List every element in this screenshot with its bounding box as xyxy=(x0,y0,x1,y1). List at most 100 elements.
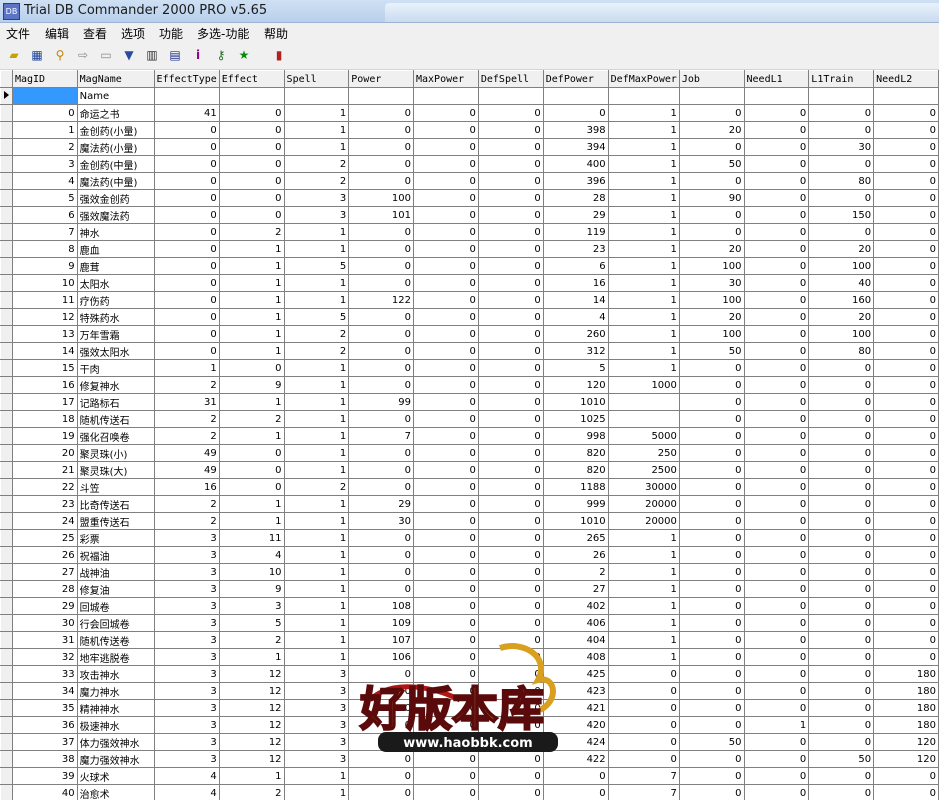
cell-defspell[interactable]: 0 xyxy=(478,189,544,207)
cell-defspell[interactable]: 0 xyxy=(478,546,544,564)
cell-spell[interactable]: 1 xyxy=(284,444,350,462)
cell-needl1[interactable]: 0 xyxy=(744,274,810,292)
cell-spell[interactable]: 2 xyxy=(284,342,350,360)
cell-defmaxpower[interactable]: 1 xyxy=(608,359,680,377)
cell-l1train[interactable]: 0 xyxy=(808,427,875,445)
cell-effecttype[interactable]: 0 xyxy=(154,121,220,139)
column-header-power[interactable]: Power xyxy=(348,70,414,88)
table-row[interactable]: 39 火球术 4 1 1 0 0 0 0 7 0 0 0 0 xyxy=(0,767,939,785)
row-indicator[interactable] xyxy=(0,240,13,258)
find-icon[interactable]: ⚲ xyxy=(51,46,69,64)
cell-l1train[interactable]: 0 xyxy=(808,665,875,683)
cell-l1train[interactable]: 0 xyxy=(808,784,875,800)
cell-job[interactable]: 0 xyxy=(679,393,745,411)
cell-needl1[interactable]: 0 xyxy=(744,155,810,173)
cell-effecttype[interactable]: 3 xyxy=(154,546,220,564)
row-indicator[interactable] xyxy=(0,597,13,615)
cell-defspell[interactable]: 0 xyxy=(478,478,544,496)
cell-effecttype[interactable]: 16 xyxy=(154,478,220,496)
cell-l1train[interactable]: 0 xyxy=(808,121,875,139)
cell-power[interactable]: 0 xyxy=(348,172,414,190)
cell-spell[interactable]: 1 xyxy=(284,512,350,530)
cell-job[interactable]: 20 xyxy=(679,308,745,326)
cell-defmaxpower[interactable]: 1 xyxy=(608,597,680,615)
cell-effect[interactable]: 12 xyxy=(219,665,285,683)
cell-defmaxpower[interactable]: 1 xyxy=(608,172,680,190)
cell-magid[interactable]: 34 xyxy=(12,682,78,700)
cell-l1train[interactable]: 0 xyxy=(808,648,875,666)
cell-spell[interactable]: 1 xyxy=(284,138,350,156)
cell-needl2[interactable]: 0 xyxy=(873,291,939,309)
run-icon[interactable]: ★ xyxy=(235,46,253,64)
cell-magname[interactable]: 命运之书 xyxy=(77,104,155,122)
cell-spell[interactable]: 1 xyxy=(284,410,350,428)
cell-maxpower[interactable]: 0 xyxy=(413,155,479,173)
cell-job[interactable]: 100 xyxy=(679,325,745,343)
cell-needl2[interactable]: 0 xyxy=(873,614,939,632)
cell-defmaxpower[interactable]: 1 xyxy=(608,274,680,292)
cell-job[interactable]: 0 xyxy=(679,104,745,122)
cell-effecttype[interactable]: 0 xyxy=(154,155,220,173)
cell-spell[interactable]: 1 xyxy=(284,784,350,800)
column-header-effecttype[interactable]: EffectType xyxy=(153,70,220,88)
cell-effecttype[interactable]: 41 xyxy=(154,104,220,122)
row-indicator[interactable] xyxy=(0,427,13,445)
cell-defpower[interactable]: 119 xyxy=(543,223,609,241)
cell-job[interactable]: 20 xyxy=(679,240,745,258)
row-indicator[interactable] xyxy=(0,495,13,513)
cell-job[interactable]: 0 xyxy=(679,784,745,800)
column-header-l1train[interactable]: L1Train xyxy=(808,70,875,88)
cell-defpower[interactable]: 26 xyxy=(543,546,609,564)
cell-power[interactable]: 0 xyxy=(348,359,414,377)
cell-spell[interactable]: 3 xyxy=(284,733,350,751)
cell-maxpower[interactable]: 0 xyxy=(413,172,479,190)
cell-magname[interactable]: 魔法药(小量) xyxy=(77,138,155,156)
cell-spell[interactable]: 5 xyxy=(284,308,350,326)
cell-defspell[interactable]: 0 xyxy=(478,121,544,139)
cell-job[interactable]: 50 xyxy=(679,733,745,751)
cell-job[interactable]: 0 xyxy=(679,614,745,632)
cell-maxpower[interactable]: 0 xyxy=(413,580,479,598)
cell-effect[interactable]: 11 xyxy=(219,529,285,547)
cell-effect[interactable]: 1 xyxy=(219,427,285,445)
cell-effect[interactable]: 3 xyxy=(219,597,285,615)
table-row[interactable]: 21 聚灵珠(大) 49 0 1 0 0 0 820 2500 0 0 0 0 xyxy=(0,461,939,479)
cell-magid[interactable]: 27 xyxy=(12,563,78,581)
cell-job[interactable]: 0 xyxy=(679,750,745,768)
cell-defpower[interactable]: 0 xyxy=(543,784,609,800)
cell-magid[interactable]: 30 xyxy=(12,614,78,632)
cell-effect[interactable]: 0 xyxy=(219,121,285,139)
column-header-defpower[interactable]: DefPower xyxy=(542,70,609,88)
cell-defspell[interactable]: 0 xyxy=(478,138,544,156)
cell-magname[interactable]: 魔法药(中量) xyxy=(77,172,155,190)
cell-defmaxpower[interactable]: 1 xyxy=(608,121,680,139)
cell-defmaxpower[interactable]: 1 xyxy=(608,580,680,598)
row-indicator[interactable] xyxy=(0,206,13,224)
cell-magid[interactable]: 32 xyxy=(12,648,78,666)
cell-needl1[interactable]: 0 xyxy=(744,240,810,258)
cell-magid[interactable]: 40 xyxy=(12,784,78,800)
cell-magname[interactable]: 金创药(小量) xyxy=(77,121,155,139)
column-header-job[interactable]: Job xyxy=(678,70,745,88)
cell-needl1[interactable]: 0 xyxy=(744,308,810,326)
cell-needl2[interactable]: 0 xyxy=(873,308,939,326)
selected-cell[interactable] xyxy=(12,87,78,105)
cell-l1train[interactable]: 0 xyxy=(808,495,875,513)
cell-defspell[interactable]: 0 xyxy=(478,563,544,581)
row-indicator[interactable] xyxy=(0,546,13,564)
cell-effect[interactable]: 1 xyxy=(219,240,285,258)
cell-l1train[interactable]: 0 xyxy=(808,631,875,649)
cell-maxpower[interactable]: 0 xyxy=(413,784,479,800)
row-indicator[interactable] xyxy=(0,189,13,207)
cell-needl1[interactable]: 0 xyxy=(744,631,810,649)
cell-spell[interactable]: 1 xyxy=(284,546,350,564)
open-folder-icon[interactable]: ▰ xyxy=(5,46,23,64)
table-row[interactable]: 10 太阳水 0 1 1 0 0 0 16 1 30 0 40 0 xyxy=(0,274,939,292)
cell-defmaxpower[interactable]: 1 xyxy=(608,155,680,173)
table-row[interactable]: 17 记路标石 31 1 1 99 0 0 1010 0 0 0 0 xyxy=(0,393,939,411)
cell-maxpower[interactable]: 0 xyxy=(413,546,479,564)
cell-defpower[interactable]: 396 xyxy=(543,172,609,190)
cell-spell[interactable]: 1 xyxy=(284,427,350,445)
cell-defmaxpower[interactable]: 1 xyxy=(608,529,680,547)
trash-icon[interactable]: ▥ xyxy=(143,46,161,64)
